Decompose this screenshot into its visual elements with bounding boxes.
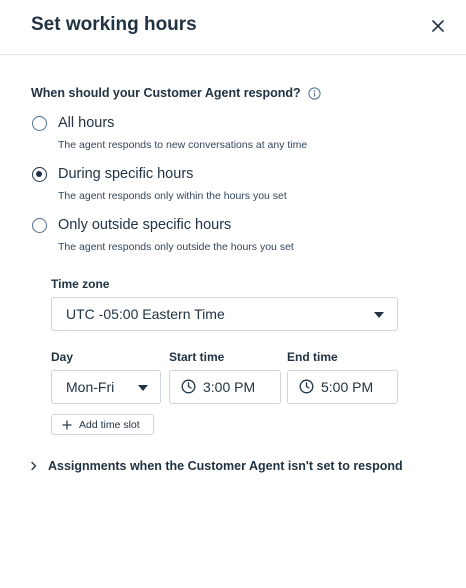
start-time-label: Start time	[169, 350, 225, 364]
end-time-value: 5:00 PM	[321, 379, 374, 395]
respond-question-label: When should your Customer Agent respond?	[31, 86, 301, 100]
radio-all-hours-circle[interactable]	[32, 116, 47, 131]
radio-during-specific-hours-label: During specific hours	[58, 166, 194, 182]
close-button[interactable]	[426, 14, 450, 38]
radio-only-outside-hours-label: Only outside specific hours	[58, 217, 232, 233]
clock-icon	[181, 379, 196, 394]
radio-selected-dot	[36, 171, 42, 177]
clock-icon	[299, 379, 314, 394]
end-time-label: End time	[287, 350, 338, 364]
radio-only-outside-hours-circle[interactable]	[32, 218, 47, 233]
timezone-label: Time zone	[51, 277, 110, 291]
working-hours-panel: Set working hours When should your Custo…	[0, 0, 466, 588]
plus-icon	[62, 420, 72, 429]
add-time-slot-button[interactable]: Add time slot	[51, 414, 154, 435]
timezone-value: UTC -05:00 Eastern Time	[66, 306, 225, 322]
day-label: Day	[51, 350, 74, 364]
chevron-right-icon	[31, 461, 37, 471]
add-time-slot-label: Add time slot	[79, 418, 140, 431]
start-time-value: 3:00 PM	[203, 379, 256, 395]
day-select[interactable]: Mon-Fri	[51, 370, 161, 404]
radio-during-specific-hours-description: The agent responds only within the hours…	[58, 190, 287, 202]
day-value: Mon-Fri	[66, 379, 115, 395]
panel-header: Set working hours	[0, 0, 466, 55]
assignments-label: Assignments when the Customer Agent isn'…	[48, 459, 403, 473]
caret-down-icon	[138, 385, 148, 391]
info-icon[interactable]	[308, 86, 321, 100]
respond-question: When should your Customer Agent respond?	[31, 86, 321, 100]
close-icon	[432, 20, 444, 32]
start-time-input[interactable]: 3:00 PM	[169, 370, 281, 404]
caret-down-icon	[374, 312, 384, 318]
end-time-input[interactable]: 5:00 PM	[287, 370, 398, 404]
radio-all-hours[interactable]: All hours The agent responds to new conv…	[31, 115, 431, 155]
radio-only-outside-hours[interactable]: Only outside specific hours The agent re…	[31, 217, 431, 257]
timezone-select[interactable]: UTC -05:00 Eastern Time	[51, 297, 398, 331]
radio-all-hours-label: All hours	[58, 115, 115, 131]
radio-during-specific-hours[interactable]: During specific hours The agent responds…	[31, 166, 431, 206]
assignments-expander[interactable]: Assignments when the Customer Agent isn'…	[30, 458, 430, 474]
panel-title: Set working hours	[31, 14, 197, 35]
radio-all-hours-description: The agent responds to new conversations …	[58, 139, 308, 151]
radio-only-outside-hours-description: The agent responds only outside the hour…	[58, 241, 294, 253]
radio-during-specific-hours-circle[interactable]	[32, 167, 47, 182]
